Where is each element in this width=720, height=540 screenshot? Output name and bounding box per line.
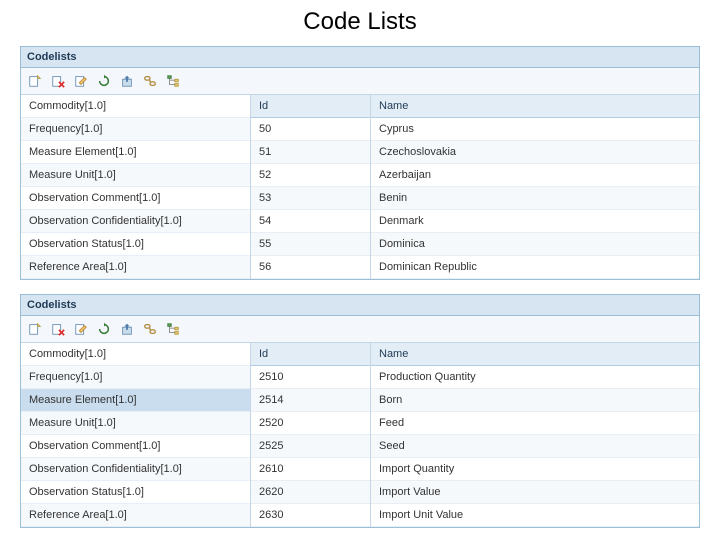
new-icon[interactable] xyxy=(25,71,45,91)
codelist-item[interactable]: Observation Comment[1.0] xyxy=(21,187,250,210)
toolbar xyxy=(21,316,699,343)
cell-name[interactable]: Born xyxy=(371,389,699,412)
cell-name[interactable]: Denmark xyxy=(371,210,699,233)
link-icon[interactable] xyxy=(140,71,160,91)
cell-id[interactable]: 2525 xyxy=(251,435,370,458)
cell-name[interactable]: Import Unit Value xyxy=(371,504,699,527)
tree-icon[interactable] xyxy=(163,71,183,91)
codelist-item[interactable]: Observation Status[1.0] xyxy=(21,233,250,256)
page-title: Code Lists xyxy=(0,0,720,46)
cell-id[interactable]: 2630 xyxy=(251,504,370,527)
codelist-item[interactable]: Observation Confidentiality[1.0] xyxy=(21,458,250,481)
codelist-item[interactable]: Reference Area[1.0] xyxy=(21,256,250,279)
cell-id[interactable]: 51 xyxy=(251,141,370,164)
export-icon[interactable] xyxy=(117,319,137,339)
link-icon[interactable] xyxy=(140,319,160,339)
codelist-item[interactable]: Frequency[1.0] xyxy=(21,366,250,389)
codelists-panel-top: Codelists Commodity[1.0]Frequency[1.0]Me… xyxy=(20,46,700,280)
cell-id[interactable]: 2510 xyxy=(251,366,370,389)
cell-id[interactable]: 2514 xyxy=(251,389,370,412)
new-icon[interactable] xyxy=(25,319,45,339)
delete-icon[interactable] xyxy=(48,319,68,339)
codelist-item[interactable]: Measure Unit[1.0] xyxy=(21,164,250,187)
cell-id[interactable]: 56 xyxy=(251,256,370,279)
codelist-item[interactable]: Observation Status[1.0] xyxy=(21,481,250,504)
cell-name[interactable]: Dominica xyxy=(371,233,699,256)
codelist-list: Commodity[1.0]Frequency[1.0]Measure Elem… xyxy=(21,343,251,527)
cell-id[interactable]: 53 xyxy=(251,187,370,210)
data-grid: Id 2510251425202525261026202630 Name Pro… xyxy=(251,343,699,527)
tree-icon[interactable] xyxy=(163,319,183,339)
export-icon[interactable] xyxy=(117,71,137,91)
codelist-list: Commodity[1.0]Frequency[1.0]Measure Elem… xyxy=(21,95,251,279)
panel-header: Codelists xyxy=(21,47,699,68)
codelist-item[interactable]: Measure Element[1.0] xyxy=(21,389,250,412)
cell-id[interactable]: 2620 xyxy=(251,481,370,504)
edit-icon[interactable] xyxy=(71,71,91,91)
column-header-id[interactable]: Id xyxy=(251,343,370,366)
cell-name[interactable]: Import Quantity xyxy=(371,458,699,481)
cell-name[interactable]: Benin xyxy=(371,187,699,210)
cell-name[interactable]: Azerbaijan xyxy=(371,164,699,187)
cell-id[interactable]: 55 xyxy=(251,233,370,256)
codelist-item[interactable]: Reference Area[1.0] xyxy=(21,504,250,527)
cell-name[interactable]: Seed xyxy=(371,435,699,458)
cell-name[interactable]: Feed xyxy=(371,412,699,435)
cell-id[interactable]: 2610 xyxy=(251,458,370,481)
cell-id[interactable]: 50 xyxy=(251,118,370,141)
cell-name[interactable]: Import Value xyxy=(371,481,699,504)
toolbar xyxy=(21,68,699,95)
column-header-name[interactable]: Name xyxy=(371,95,699,118)
codelist-item[interactable]: Observation Comment[1.0] xyxy=(21,435,250,458)
edit-icon[interactable] xyxy=(71,319,91,339)
cell-id[interactable]: 54 xyxy=(251,210,370,233)
cell-name[interactable]: Dominican Republic xyxy=(371,256,699,279)
delete-icon[interactable] xyxy=(48,71,68,91)
codelist-item[interactable]: Observation Confidentiality[1.0] xyxy=(21,210,250,233)
refresh-icon[interactable] xyxy=(94,71,114,91)
data-grid: Id 50515253545556 Name CyprusCzechoslova… xyxy=(251,95,699,279)
column-header-id[interactable]: Id xyxy=(251,95,370,118)
cell-id[interactable]: 52 xyxy=(251,164,370,187)
cell-name[interactable]: Production Quantity xyxy=(371,366,699,389)
codelist-item[interactable]: Measure Element[1.0] xyxy=(21,141,250,164)
grid-body: Commodity[1.0]Frequency[1.0]Measure Elem… xyxy=(21,95,699,279)
grid-body: Commodity[1.0]Frequency[1.0]Measure Elem… xyxy=(21,343,699,527)
cell-id[interactable]: 2520 xyxy=(251,412,370,435)
codelist-item[interactable]: Measure Unit[1.0] xyxy=(21,412,250,435)
codelist-item[interactable]: Commodity[1.0] xyxy=(21,95,250,118)
codelist-item[interactable]: Frequency[1.0] xyxy=(21,118,250,141)
column-header-name[interactable]: Name xyxy=(371,343,699,366)
codelists-panel-bottom: Codelists Commodity[1.0]Frequency[1.0]Me… xyxy=(20,294,700,528)
panel-header: Codelists xyxy=(21,295,699,316)
codelist-item[interactable]: Commodity[1.0] xyxy=(21,343,250,366)
refresh-icon[interactable] xyxy=(94,319,114,339)
cell-name[interactable]: Czechoslovakia xyxy=(371,141,699,164)
cell-name[interactable]: Cyprus xyxy=(371,118,699,141)
